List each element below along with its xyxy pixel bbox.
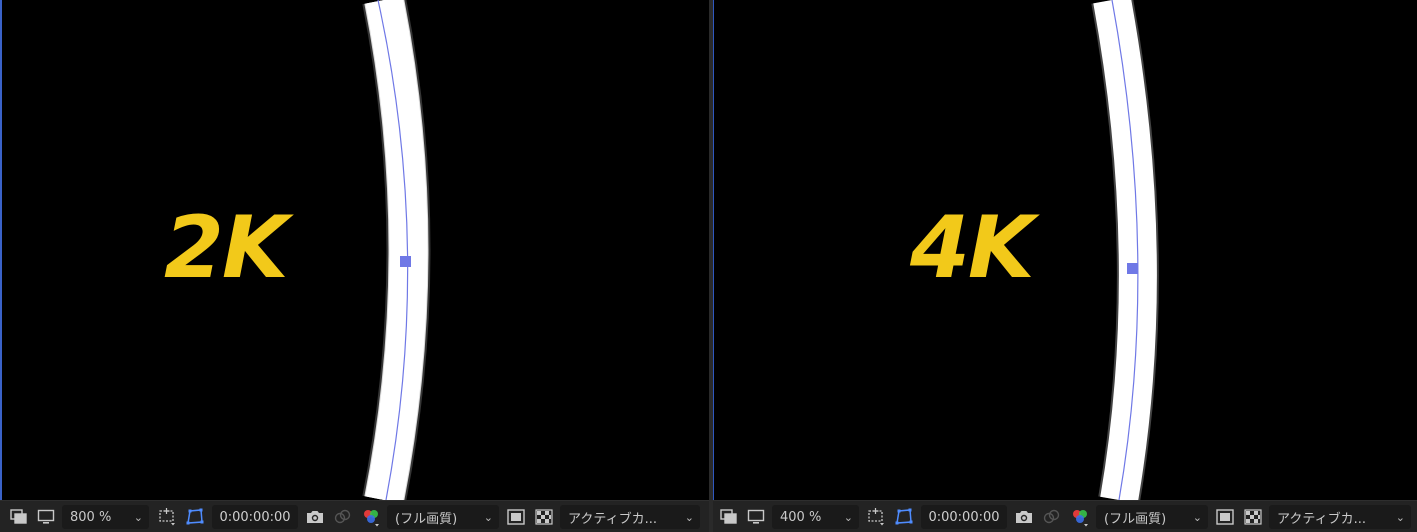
chevron-down-icon: ⌄ — [843, 510, 853, 524]
composition-panel-4k: 4K 400 % ⌄ 0:00:00:00 (フル画質) ⌄ アクティブカ...… — [713, 0, 1417, 532]
chevron-down-icon: ⌄ — [133, 510, 143, 524]
mask-path-icon[interactable] — [184, 505, 206, 529]
chevron-down-icon: ⌄ — [483, 510, 493, 524]
composition-panel-2k: 2K 800 % ⌄ 0:00:00:00 (フル画質) ⌄ アクティブカ...… — [0, 0, 709, 532]
fast-preview-icon[interactable] — [505, 505, 527, 529]
monitor-icon[interactable] — [745, 505, 767, 529]
fast-preview-icon[interactable] — [1214, 505, 1236, 529]
resolution-label: 4K — [910, 198, 1034, 298]
resolution-quality-dropdown[interactable]: (フル画質) ⌄ — [1096, 505, 1208, 529]
resolution-quality-dropdown[interactable]: (フル画質) ⌄ — [387, 505, 499, 529]
rgb-channels-icon[interactable] — [360, 505, 382, 529]
zoom-value: 800 % — [70, 509, 112, 525]
camera-value: アクティブカ... — [1277, 511, 1366, 527]
stroke-canvas-2k — [362, 0, 431, 500]
composition-viewer-4k[interactable]: 4K — [713, 0, 1417, 500]
rgb-channels-icon[interactable] — [1069, 505, 1091, 529]
chevron-down-icon: ⌄ — [1395, 510, 1405, 524]
active-camera-dropdown[interactable]: アクティブカ... ⌄ — [1269, 505, 1411, 529]
camera-icon[interactable] — [1013, 505, 1035, 529]
transparency-grid-icon[interactable] — [533, 505, 555, 529]
region-of-interest-icon[interactable] — [865, 505, 887, 529]
viewer-toolbar-2k: 800 % ⌄ 0:00:00:00 (フル画質) ⌄ アクティブカ... ⌄ — [0, 500, 709, 532]
layers-icon[interactable] — [8, 505, 30, 529]
quality-value: (フル画質) — [395, 511, 458, 527]
vertex-handle-2k[interactable] — [400, 256, 411, 267]
resolution-label: 2K — [164, 198, 288, 298]
stroke-canvas-4k — [1091, 0, 1159, 500]
mask-path-icon[interactable] — [893, 505, 915, 529]
viewer-toolbar-4k: 400 % ⌄ 0:00:00:00 (フル画質) ⌄ アクティブカ... ⌄ — [713, 500, 1417, 532]
active-camera-dropdown[interactable]: アクティブカ... ⌄ — [560, 505, 700, 529]
layers-icon[interactable] — [718, 505, 740, 529]
current-time-display[interactable]: 0:00:00:00 — [921, 505, 1007, 529]
chevron-down-icon: ⌄ — [684, 510, 694, 524]
vertex-handle-4k[interactable] — [1127, 263, 1138, 274]
show-snapshot-icon[interactable] — [1040, 505, 1062, 529]
zoom-dropdown[interactable]: 400 % ⌄ — [772, 505, 859, 529]
zoom-value: 400 % — [780, 509, 822, 525]
quality-value: (フル画質) — [1104, 511, 1167, 527]
zoom-dropdown[interactable]: 800 % ⌄ — [62, 505, 149, 529]
show-snapshot-icon[interactable] — [331, 505, 353, 529]
chevron-down-icon: ⌄ — [1192, 510, 1202, 524]
camera-icon[interactable] — [304, 505, 326, 529]
comparison-screenshot: 2K 800 % ⌄ 0:00:00:00 (フル画質) ⌄ アクティブカ...… — [0, 0, 1417, 532]
monitor-icon[interactable] — [35, 505, 57, 529]
region-of-interest-icon[interactable] — [156, 505, 178, 529]
camera-value: アクティブカ... — [568, 511, 657, 527]
transparency-grid-icon[interactable] — [1242, 505, 1264, 529]
current-time-display[interactable]: 0:00:00:00 — [212, 505, 298, 529]
stroke-shape-4k — [1093, 0, 1157, 500]
composition-viewer-2k[interactable]: 2K — [0, 0, 709, 500]
